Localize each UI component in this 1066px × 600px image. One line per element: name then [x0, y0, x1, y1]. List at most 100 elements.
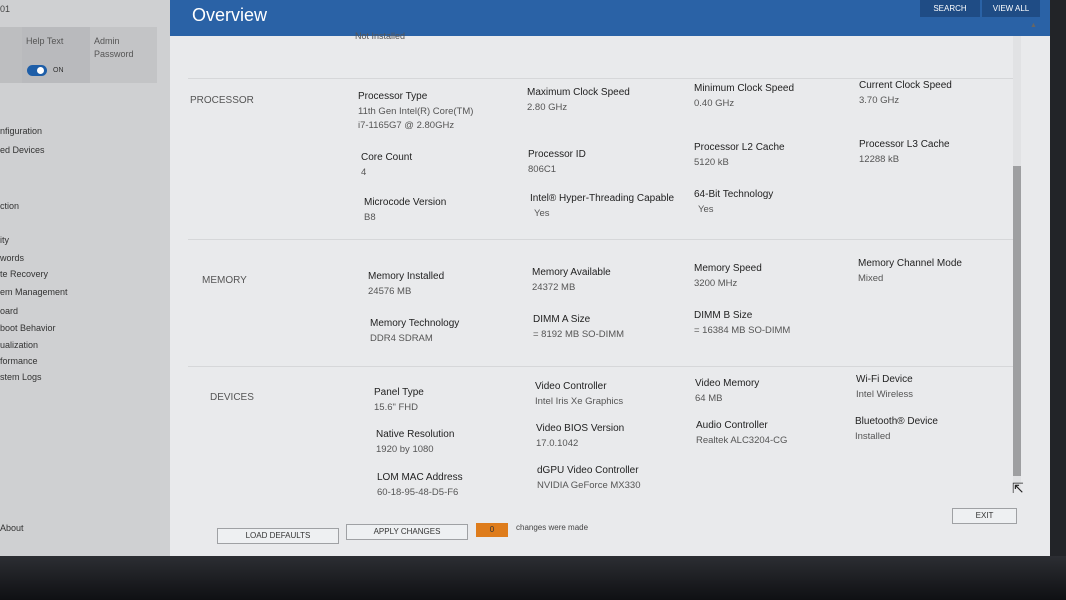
field-native-resolution: Native Resolution 1920 by 1080	[376, 428, 541, 457]
field-label: Current Clock Speed	[859, 80, 952, 91]
field-memory-speed: Memory Speed 3200 MHz	[694, 262, 859, 291]
sidebar-item-system-management[interactable]: em Management	[0, 287, 68, 297]
sidebar-item-connection[interactable]: ction	[0, 201, 19, 211]
field-value: = 16384 MB SO-DIMM	[694, 325, 791, 336]
sidebar-item-virtualization[interactable]: ualization	[0, 340, 38, 350]
field-lom-mac: LOM MAC Address 60-18-95-48-D5-F6	[377, 471, 542, 500]
exit-button[interactable]: EXIT	[952, 508, 1017, 524]
sidebar-item-about[interactable]: About	[0, 523, 24, 533]
field-bluetooth-device: Bluetooth® Device Installed	[855, 415, 1020, 444]
field-label: Memory Installed	[368, 271, 445, 282]
load-defaults-button[interactable]: LOAD DEFAULTS	[217, 528, 339, 544]
sidebar-item-keyboard[interactable]: oard	[0, 306, 18, 316]
overview-panel: Not Installed PROCESSOR Processor Type 1…	[170, 22, 1050, 558]
field-wifi-device: Wi-Fi Device Intel Wireless	[856, 373, 1021, 402]
view-all-button[interactable]: VIEW ALL	[982, 0, 1040, 17]
sidebar-item-update-recovery[interactable]: te Recovery	[0, 269, 48, 279]
section-label-memory: MEMORY	[202, 275, 247, 286]
field-label: Intel® Hyper-Threading Capable	[530, 193, 675, 204]
sidebar-item-system-logs[interactable]: stem Logs	[0, 372, 42, 382]
field-value: 24372 MB	[532, 282, 576, 293]
apply-changes-button[interactable]: APPLY CHANGES	[346, 524, 468, 540]
admin-password-line1: Admin	[94, 36, 120, 46]
field-memory-channel-mode: Memory Channel Mode Mixed	[858, 257, 1023, 286]
field-max-clock: Maximum Clock Speed 2.80 GHz	[527, 86, 692, 115]
field-label: Processor ID	[528, 149, 586, 160]
changes-status-text: changes were made	[516, 523, 589, 532]
sidebar-item-security[interactable]: ity	[0, 235, 9, 245]
screen-edge	[1050, 0, 1066, 560]
field-label: Maximum Clock Speed	[527, 87, 630, 98]
bios-screen: 01 Help Text ON Admin Password nfigurati…	[0, 0, 1066, 600]
field-l2-cache: Processor L2 Cache 5120 kB	[694, 141, 859, 170]
field-value: Installed	[855, 431, 891, 442]
field-audio-controller: Audio Controller Realtek ALC3204-CG	[696, 419, 861, 448]
field-label: Processor L3 Cache	[859, 139, 950, 150]
sidebar-item-performance[interactable]: formance	[0, 356, 38, 366]
field-memory-technology: Memory Technology DDR4 SDRAM	[370, 317, 535, 346]
field-label: Processor Type	[358, 91, 428, 102]
field-value: 15.6" FHD	[374, 402, 419, 413]
field-microcode: Microcode Version B8	[364, 196, 529, 225]
changes-count-badge: 0	[476, 523, 508, 537]
field-hyperthreading: Intel® Hyper-Threading Capable Yes	[530, 192, 705, 221]
field-value: 4	[361, 167, 367, 178]
field-label: Audio Controller	[696, 420, 768, 431]
search-button[interactable]: SEARCH	[920, 0, 980, 17]
field-video-memory: Video Memory 64 MB	[695, 377, 860, 406]
admin-password-tile[interactable]: Admin Password	[90, 27, 157, 83]
field-memory-installed: Memory Installed 24576 MB	[368, 270, 533, 299]
field-label: DIMM B Size	[694, 310, 753, 321]
field-memory-available: Memory Available 24372 MB	[532, 266, 697, 295]
scroll-up-arrow-icon[interactable]: ▲	[1030, 22, 1037, 29]
field-value: Intel Iris Xe Graphics	[535, 396, 624, 407]
sidebar-item-passwords[interactable]: words	[0, 253, 24, 263]
sidebar: 01 Help Text ON Admin Password nfigurati…	[0, 0, 170, 560]
laptop-bezel	[0, 556, 1066, 600]
sidebar-item-configuration[interactable]: nfiguration	[0, 126, 42, 136]
field-label: Video BIOS Version	[536, 423, 625, 434]
field-label: Microcode Version	[364, 197, 447, 208]
sidebar-top-fragment: 01	[0, 4, 11, 14]
field-value: NVIDIA GeForce MX330	[537, 480, 641, 491]
field-processor-type: Processor Type 11th Gen Intel(R) Core(TM…	[358, 90, 523, 133]
field-value: Realtek ALC3204-CG	[696, 435, 788, 446]
field-dgpu-controller: dGPU Video Controller NVIDIA GeForce MX3…	[537, 464, 702, 493]
field-value: 5120 kB	[694, 157, 729, 168]
field-64bit: 64-Bit Technology Yes	[694, 188, 859, 217]
help-text-toggle[interactable]	[27, 65, 47, 76]
field-core-count: Core Count 4	[361, 151, 526, 180]
field-dimm-a: DIMM A Size = 8192 MB SO-DIMM	[533, 313, 698, 342]
help-text-label: Help Text	[26, 36, 64, 46]
field-label: LOM MAC Address	[377, 472, 463, 483]
field-value: Intel Wireless	[856, 389, 914, 400]
field-value: DDR4 SDRAM	[370, 333, 433, 344]
section-divider	[188, 366, 1018, 367]
field-value: 3.70 GHz	[859, 95, 900, 106]
section-label-devices: DEVICES	[210, 392, 254, 403]
help-text-tile[interactable]: Help Text ON	[22, 27, 90, 83]
field-value: Yes	[534, 208, 550, 219]
field-processor-id: Processor ID 806C1	[528, 148, 693, 177]
page-title: Overview	[192, 5, 268, 25]
field-value: Mixed	[858, 273, 884, 284]
field-value: 12288 kB	[859, 154, 900, 165]
sidebar-tile-partial[interactable]	[0, 27, 22, 83]
field-video-controller: Video Controller Intel Iris Xe Graphics	[535, 380, 700, 409]
field-label: 64-Bit Technology	[694, 189, 774, 200]
field-panel-type: Panel Type 15.6" FHD	[374, 386, 539, 415]
sidebar-item-preboot-behavior[interactable]: boot Behavior	[0, 323, 56, 333]
field-value: 24576 MB	[368, 286, 412, 297]
sidebar-item-devices[interactable]: ed Devices	[0, 145, 45, 155]
field-label: Memory Available	[532, 267, 611, 278]
field-label: Memory Technology	[370, 318, 460, 329]
field-label: Video Controller	[535, 381, 607, 392]
field-value: = 8192 MB SO-DIMM	[533, 329, 625, 340]
scrollbar-thumb[interactable]	[1013, 166, 1021, 476]
admin-password-label: Admin Password	[94, 35, 134, 61]
field-label: dGPU Video Controller	[537, 465, 639, 476]
field-value: 2.80 GHz	[527, 102, 568, 113]
field-value: 60-18-95-48-D5-F6	[377, 487, 459, 498]
field-label: Panel Type	[374, 387, 424, 398]
mouse-cursor-icon: ⇱	[1012, 480, 1024, 496]
